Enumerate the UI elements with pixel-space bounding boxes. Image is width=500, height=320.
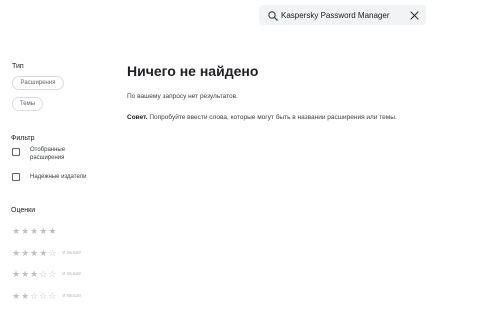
clear-search-button[interactable] (408, 9, 420, 21)
filter-section-label: Фильтр (11, 135, 35, 142)
no-results-description: По вашему запросу нет результатов. (127, 93, 238, 100)
search-icon (267, 9, 279, 21)
rating-suffix: и выше (62, 271, 82, 277)
chip-themes[interactable]: Темы (12, 97, 43, 111)
search-input[interactable] (281, 7, 401, 23)
featured-label-line2: расширения (30, 155, 65, 161)
star-filled-icon: ★ (30, 269, 39, 279)
filter-featured[interactable]: Отобранные расширения (12, 146, 65, 162)
star-filled-icon: ★ (12, 248, 21, 258)
star-filled-icon: ★ (12, 269, 21, 279)
chip-extensions[interactable]: Расширения (12, 76, 64, 90)
rating-2-stars[interactable]: ★ ★ ☆ ☆ ☆ и выше (12, 291, 81, 301)
star-empty-icon: ☆ (48, 248, 57, 258)
ratings-section-label: Оценки (11, 207, 36, 214)
filter-trusted-publishers[interactable]: Надежные издатели (12, 171, 86, 181)
rating-4-stars[interactable]: ★ ★ ★ ★ ☆ и выше (12, 248, 81, 258)
tip-bold-label: Совет. (127, 114, 148, 121)
star-filled-icon: ★ (30, 248, 39, 258)
featured-checkbox[interactable] (12, 148, 20, 156)
star-empty-icon: ☆ (48, 269, 57, 279)
trusted-publishers-label: Надежные издатели (30, 174, 87, 180)
star-empty-icon: ☆ (48, 291, 57, 301)
featured-label-line1: Отобранные (30, 147, 66, 153)
type-section-label: Тип (12, 63, 24, 70)
trusted-publishers-checkbox[interactable] (12, 173, 20, 181)
star-filled-icon: ★ (21, 248, 30, 258)
tip-text: Попробуйте ввести слова, которые могут б… (147, 114, 397, 121)
star-filled-icon: ★ (21, 291, 30, 301)
star-empty-icon: ☆ (30, 291, 39, 301)
no-results-title: Ничего не найдено (127, 63, 259, 79)
rating-suffix: и выше (62, 293, 82, 299)
star-filled-icon: ★ (21, 269, 30, 279)
rating-suffix: и выше (62, 250, 82, 256)
close-icon (409, 10, 419, 20)
star-filled-icon: ★ (48, 226, 57, 236)
star-filled-icon: ★ (12, 226, 21, 236)
rating-5-stars[interactable]: ★ ★ ★ ★ ★ (12, 226, 57, 236)
star-filled-icon: ★ (30, 226, 39, 236)
rating-3-stars[interactable]: ★ ★ ★ ☆ ☆ и выше (12, 269, 81, 279)
search-bar (259, 5, 426, 25)
star-filled-icon: ★ (12, 291, 21, 301)
star-empty-icon: ☆ (39, 269, 48, 279)
search-tip: Совет. Попробуйте ввести слова, которые … (127, 114, 397, 121)
star-filled-icon: ★ (39, 226, 48, 236)
star-filled-icon: ★ (39, 248, 48, 258)
star-filled-icon: ★ (21, 226, 30, 236)
star-empty-icon: ☆ (39, 291, 48, 301)
